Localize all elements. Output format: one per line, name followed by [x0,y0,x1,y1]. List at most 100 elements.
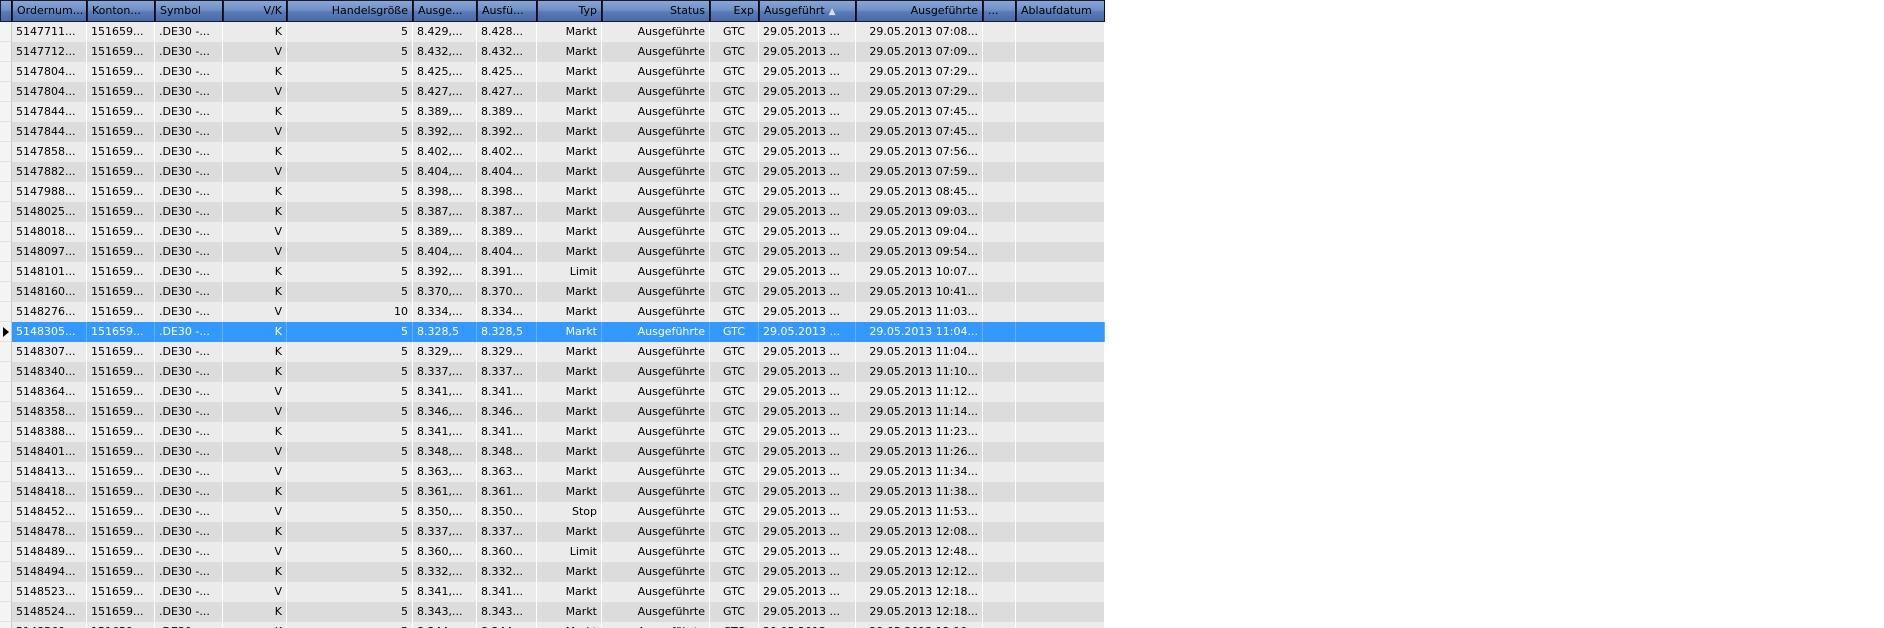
table-row[interactable]: 5148307... 151659... .DE30 -... K 5 8.329,...… [0,342,1105,362]
row-indicator[interactable] [0,202,12,222]
row-indicator[interactable] [0,522,12,542]
cell-ordernum: 5148494... [12,562,87,582]
column-header-ausgefuehrt[interactable]: Ausgeführt ▲ [759,0,856,22]
table-row[interactable]: 5148418... 151659... .DE30 -... K 5 8.361,...… [0,482,1105,502]
row-indicator[interactable] [0,122,12,142]
row-indicator[interactable] [0,262,12,282]
cell-ausgefuehrte: 29.05.2013 11:10... [856,362,983,382]
cell-ausgefuehrte: 29.05.2013 12:19... [856,622,983,628]
table-row[interactable]: 5148101... 151659... .DE30 -... K 5 8.392,...… [0,262,1105,282]
table-row[interactable]: 5148560...151659....DE30 -...K58.344,...… [0,622,1105,628]
table-row[interactable]: 5147858... 151659... .DE30 -... K 5 8.402,...… [0,142,1105,162]
column-header-status[interactable]: Status [602,0,710,22]
table-row[interactable]: 5148494... 151659... .DE30 -... K 5 8.332,...… [0,562,1105,582]
row-indicator[interactable] [0,242,12,262]
column-header-ablaufdatum[interactable]: Ablaufdatum [1016,0,1105,22]
row-indicator[interactable] [0,542,12,562]
row-indicator[interactable] [0,382,12,402]
row-indicator[interactable] [0,182,12,202]
cell-ausge: 8.398,... [413,182,477,202]
table-row[interactable]: 5148523... 151659... .DE30 -... V 5 8.341,...… [0,582,1105,602]
table-row[interactable]: 5147988... 151659... .DE30 -... K 5 8.398,...… [0,182,1105,202]
cell-ausge: 8.341,... [413,382,477,402]
table-row[interactable]: 5148388... 151659... .DE30 -... K 5 8.341,...… [0,422,1105,442]
table-row[interactable]: 5147711... 151659... .DE30 -... K 5 8.429,...… [0,22,1105,42]
table-row[interactable]: 5148160... 151659... .DE30 -... K 5 8.370,...… [0,282,1105,302]
table-row[interactable]: 5148340... 151659... .DE30 -... K 5 8.337,...… [0,362,1105,382]
row-indicator[interactable] [0,62,12,82]
table-row[interactable]: 5148364... 151659... .DE30 -... V 5 8.341,...… [0,382,1105,402]
column-header-ausfue[interactable]: Ausfü... [477,0,537,22]
cell-status: Ausgeführte [602,342,710,362]
row-indicator[interactable] [0,22,12,42]
table-row[interactable]: 5147804... 151659... .DE30 -... K 5 8.425,...… [0,62,1105,82]
cell-ordernum: 5147711... [12,22,87,42]
cell-ausge: 8.332,... [413,562,477,582]
orders-grid[interactable]: Ordernum... Konton... Symbol V/K Handelsgröß… [0,0,1105,628]
row-indicator[interactable] [0,142,12,162]
table-row-selected[interactable]: 5148305... 151659... .DE30 -... K 5 8.328,5 8.… [0,322,1105,342]
row-indicator[interactable] [0,82,12,102]
cell-ausge: 8.346,... [413,402,477,422]
row-indicator[interactable] [0,42,12,62]
table-row[interactable]: 5147804... 151659... .DE30 -... V 5 8.427,...… [0,82,1105,102]
table-row[interactable]: 5148358... 151659... .DE30 -... V 5 8.346,...… [0,402,1105,422]
column-header-symbol[interactable]: Symbol [155,0,223,22]
column-header-ausgefuehrte[interactable]: Ausgeführte [856,0,983,22]
column-header-ordernum[interactable]: Ordernum... [12,0,87,22]
header-corner[interactable] [0,0,12,22]
column-header-ausge[interactable]: Ausge... [413,0,477,22]
table-row[interactable]: 5148489... 151659... .DE30 -... V 5 8.360,...… [0,542,1105,562]
cell-more [983,442,1016,462]
table-row[interactable]: 5148025... 151659... .DE30 -... K 5 8.387,...… [0,202,1105,222]
cell-typ: Markt [537,422,602,442]
cell-ablaufdatum [1016,562,1105,582]
table-row[interactable]: 5147712... 151659... .DE30 -... V 5 8.432,...… [0,42,1105,62]
table-row[interactable]: 5148097... 151659... .DE30 -... V 5 8.404,...… [0,242,1105,262]
cell-konton: 151659... [87,462,155,482]
row-indicator[interactable] [0,622,12,628]
cell-v-k: V [223,582,287,602]
row-indicator[interactable] [0,322,12,342]
row-indicator[interactable] [0,562,12,582]
table-row[interactable]: 5148452... 151659... .DE30 -... V 5 8.350,...… [0,502,1105,522]
row-indicator[interactable] [0,462,12,482]
cell-more [983,462,1016,482]
row-indicator[interactable] [0,342,12,362]
column-header-typ[interactable]: Typ [537,0,602,22]
row-indicator[interactable] [0,442,12,462]
table-row[interactable]: 5148524... 151659... .DE30 -... K 5 8.343,...… [0,602,1105,622]
row-indicator[interactable] [0,582,12,602]
cell-status: Ausgeführte [602,442,710,462]
table-row[interactable]: 5148018... 151659... .DE30 -... V 5 8.389,...… [0,222,1105,242]
column-header-handelsgroesse[interactable]: Handelsgröße [287,0,413,22]
table-row[interactable]: 5147844... 151659... .DE30 -... K 5 8.389,...… [0,102,1105,122]
cell-symbol: .DE30 -... [155,82,223,102]
table-row[interactable]: 5147844... 151659... .DE30 -... V 5 8.392,...… [0,122,1105,142]
row-indicator[interactable] [0,402,12,422]
row-indicator[interactable] [0,502,12,522]
column-header-exp[interactable]: Exp [710,0,759,22]
row-indicator[interactable] [0,222,12,242]
column-header-konton[interactable]: Konton... [87,0,155,22]
table-row[interactable]: 5148413... 151659... .DE30 -... V 5 8.363,...… [0,462,1105,482]
row-indicator[interactable] [0,162,12,182]
row-indicator[interactable] [0,602,12,622]
column-header-v-k[interactable]: V/K [223,0,287,22]
row-indicator[interactable] [0,282,12,302]
row-indicator[interactable] [0,422,12,442]
cell-status: Ausgeführte [602,482,710,502]
table-row[interactable]: 5148276... 151659... .DE30 -... V 10 8.334,..… [0,302,1105,322]
table-row[interactable]: 5148401... 151659... .DE30 -... V 5 8.348,...… [0,442,1105,462]
cell-status: Ausgeführte [602,562,710,582]
table-row[interactable]: 5147882... 151659... .DE30 -... V 5 8.404,...… [0,162,1105,182]
cell-exp: GTC [710,482,759,502]
row-indicator[interactable] [0,302,12,322]
cell-ordernum: 5148388... [12,422,87,442]
cell-ausgefuehrte: 29.05.2013 11:14... [856,402,983,422]
table-row[interactable]: 5148478... 151659... .DE30 -... K 5 8.337,...… [0,522,1105,542]
row-indicator[interactable] [0,102,12,122]
column-header-more[interactable]: ... [983,0,1016,22]
row-indicator[interactable] [0,482,12,502]
row-indicator[interactable] [0,362,12,382]
